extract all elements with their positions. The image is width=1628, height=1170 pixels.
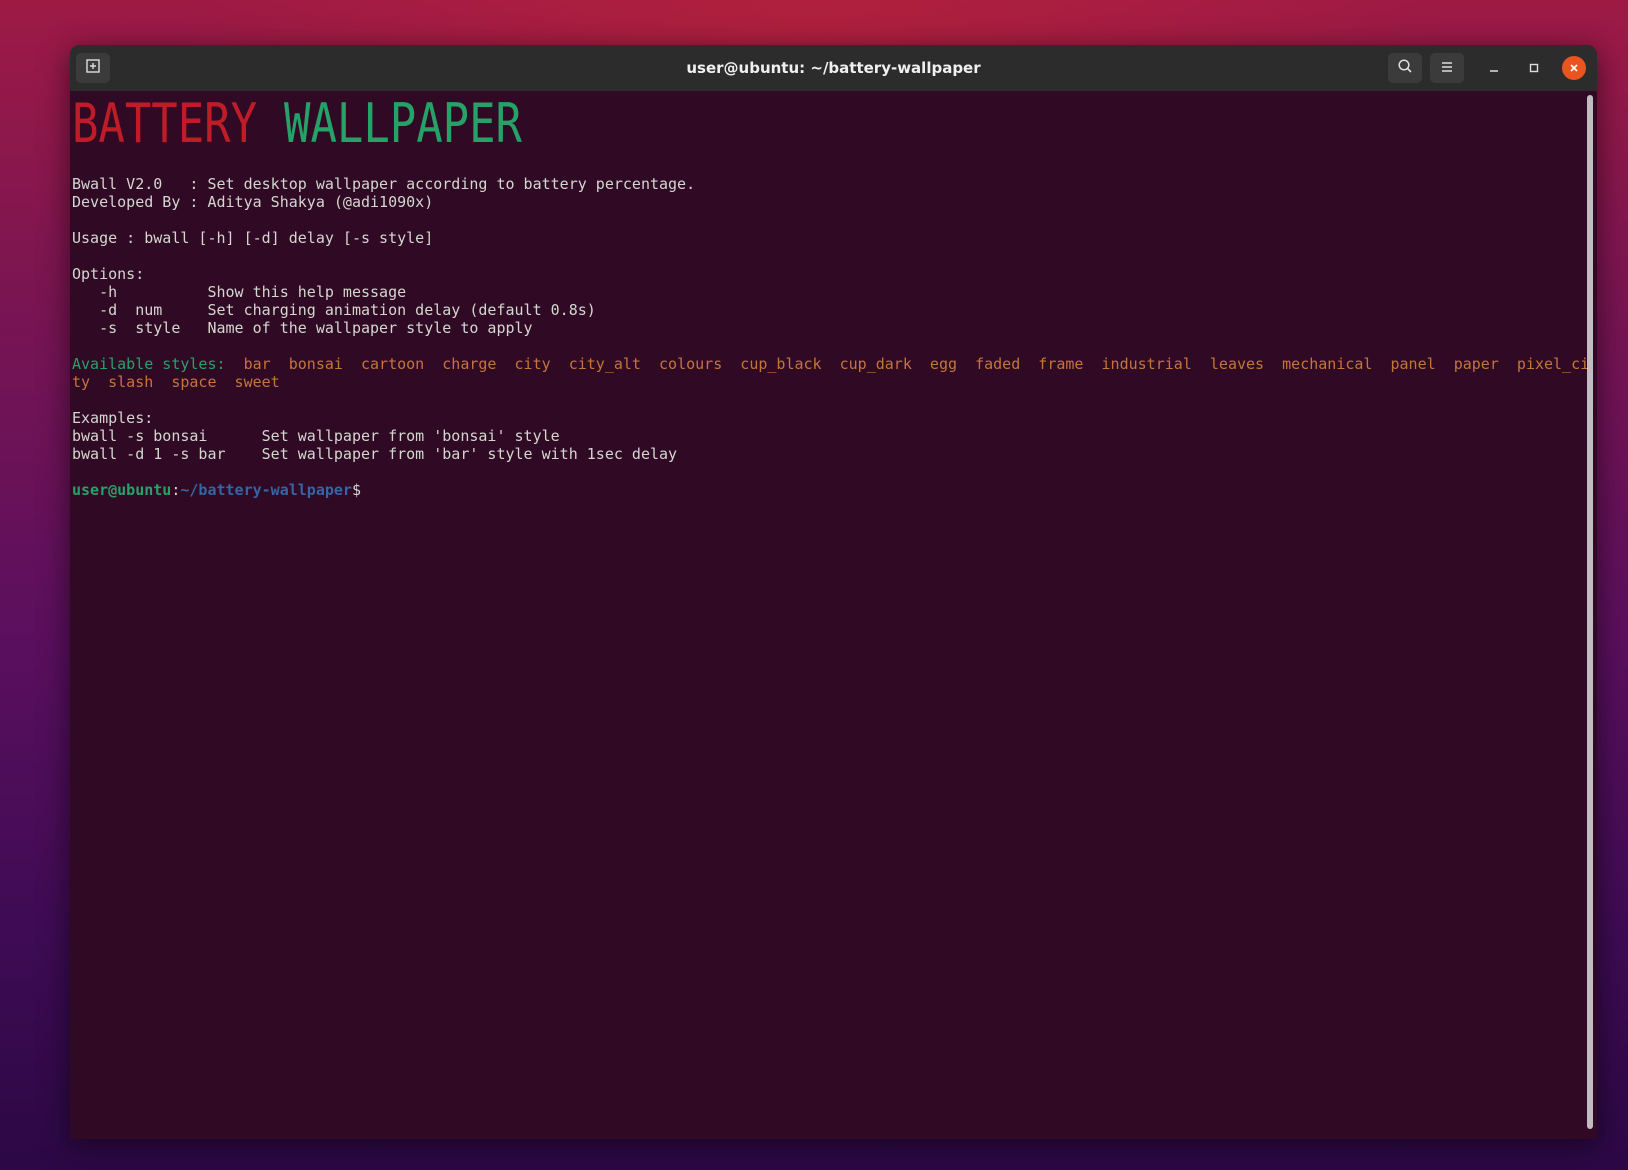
info-line-version: Bwall V2.0 : Set desktop wallpaper accor… xyxy=(72,175,696,193)
styles-list-1: bar bonsai cartoon charge city city_alt … xyxy=(225,355,1590,373)
minimize-button[interactable] xyxy=(1482,56,1506,80)
titlebar: user@ubuntu: ~/battery-wallpaper xyxy=(70,45,1597,91)
close-icon xyxy=(1568,59,1580,78)
search-icon xyxy=(1397,58,1413,78)
styles-list-2: ty slash space sweet xyxy=(72,373,280,391)
maximize-icon xyxy=(1528,59,1540,78)
hamburger-menu-icon xyxy=(1440,59,1454,78)
banner-word-wallpaper: WALLPAPER xyxy=(284,95,522,155)
search-button[interactable] xyxy=(1388,53,1422,83)
examples-header: Examples: xyxy=(72,409,154,427)
styles-line-1: Available styles: bar bonsai cartoon cha… xyxy=(72,355,1589,373)
example-bar: bwall -d 1 -s bar Set wallpaper from 'ba… xyxy=(72,445,678,463)
ascii-banner: BATTERY WALLPAPER xyxy=(72,92,522,155)
window-title: user@ubuntu: ~/battery-wallpaper xyxy=(686,59,981,77)
maximize-button[interactable] xyxy=(1522,56,1546,80)
menu-button[interactable] xyxy=(1430,53,1464,83)
banner-word-battery: BATTERY xyxy=(72,95,257,155)
prompt-symbol: $ xyxy=(351,481,361,499)
options-header: Options: xyxy=(72,265,145,283)
terminal-scrollbar[interactable] xyxy=(1587,95,1593,1129)
option-delay: -d num Set charging animation delay (def… xyxy=(72,301,596,319)
close-button[interactable] xyxy=(1562,56,1586,80)
example-bonsai: bwall -s bonsai Set wallpaper from 'bons… xyxy=(72,427,560,445)
info-line-developer: Developed By : Aditya Shakya (@adi1090x) xyxy=(72,193,434,211)
terminal-output[interactable]: BATTERY WALLPAPER Bwall V2.0 : Set deskt… xyxy=(72,92,1589,1139)
new-tab-button[interactable] xyxy=(76,53,110,83)
styles-label: Available styles: xyxy=(72,355,226,373)
option-style: -s style Name of the wallpaper style to … xyxy=(72,319,533,337)
usage-line: Usage : bwall [-h] [-d] delay [-s style] xyxy=(72,229,434,247)
shell-prompt[interactable]: user@ubuntu:~/battery-wallpaper$ xyxy=(72,481,1583,499)
prompt-user-host: user@ubuntu xyxy=(72,481,172,499)
new-tab-icon xyxy=(85,58,101,78)
prompt-path: ~/battery-wallpaper xyxy=(180,481,352,499)
terminal-window: user@ubuntu: ~/battery-wallpaper BATTERY… xyxy=(70,45,1597,1139)
option-help: -h Show this help message xyxy=(72,283,407,301)
minimize-icon xyxy=(1488,59,1500,78)
